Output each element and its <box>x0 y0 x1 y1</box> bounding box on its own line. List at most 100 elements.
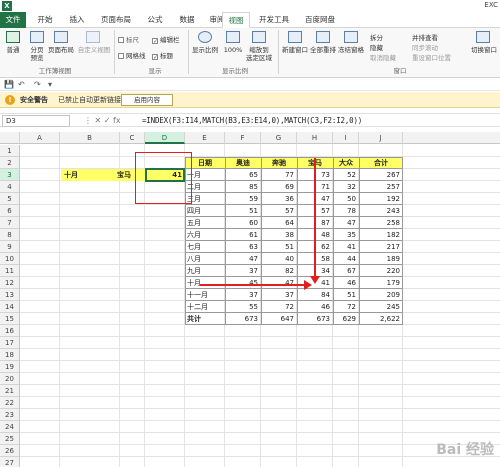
row-header-7[interactable]: 7 <box>0 217 20 229</box>
gridlines-label: 网格线 <box>126 52 146 60</box>
row-header-26[interactable]: 26 <box>0 445 20 457</box>
column-header-j[interactable]: J <box>359 132 403 144</box>
row-header-25[interactable]: 25 <box>0 433 20 445</box>
row-header-15[interactable]: 15 <box>0 313 20 325</box>
row-header-21[interactable]: 21 <box>0 385 20 397</box>
custom-views-button[interactable]: 自定义视图 <box>76 46 112 54</box>
tab-view[interactable]: 视图 <box>222 12 250 28</box>
save-icon[interactable]: 💾 <box>4 79 14 91</box>
ribbon-divider <box>278 30 279 74</box>
customize-qat-icon[interactable]: ▾ <box>48 79 52 91</box>
column-header-e[interactable]: E <box>185 132 225 144</box>
undo-icon[interactable]: ↶ <box>18 79 25 91</box>
table-border-horizontal <box>185 216 403 217</box>
zoom-100-icon <box>226 31 240 43</box>
row-header-20[interactable]: 20 <box>0 373 20 385</box>
table-border-horizontal <box>185 228 403 229</box>
group-label-window: 窗口 <box>393 67 407 75</box>
unhide-button[interactable]: 取消隐藏 <box>370 52 396 62</box>
row-header-9[interactable]: 9 <box>0 241 20 253</box>
split-button[interactable]: 拆分 <box>370 32 383 42</box>
tab-file[interactable]: 文件 <box>0 12 26 28</box>
column-header-g[interactable]: G <box>261 132 297 144</box>
column-header-f[interactable]: F <box>225 132 261 144</box>
hide-button[interactable]: 隐藏 <box>370 42 383 52</box>
row-header-6[interactable]: 6 <box>0 205 20 217</box>
row-header-4[interactable]: 4 <box>0 181 20 193</box>
headings-checkbox[interactable]: ✓ 标题 <box>152 50 173 61</box>
formula-bar-checkbox[interactable]: ✓ 编辑栏 <box>152 34 180 45</box>
formula-bar: D3 ⋮ ✕ ✓ fx =INDEX(F3:I14,MATCH(B3,E3:E1… <box>0 113 500 127</box>
table-border-horizontal <box>185 168 403 169</box>
table-border-vertical <box>333 157 334 325</box>
worksheet-grid[interactable]: A B C D E F G H I J 1 2 3 4 5 6 7 8 9 10 11 12 13 14 1… <box>0 132 500 467</box>
row-header-22[interactable]: 22 <box>0 397 20 409</box>
redo-icon[interactable]: ↷ <box>34 79 41 91</box>
tab-page-layout[interactable]: 页面布局 <box>94 12 138 28</box>
page-layout-view-icon <box>54 31 68 43</box>
ribbon-divider <box>188 30 189 74</box>
row-header-12[interactable]: 12 <box>0 277 20 289</box>
freeze-panes-icon <box>344 31 358 43</box>
row-header-3[interactable]: 3 <box>0 169 20 181</box>
normal-view-button[interactable]: 普通 <box>0 46 26 54</box>
new-window-button[interactable]: 新建窗口 <box>280 46 310 54</box>
column-header-b[interactable]: B <box>60 132 120 144</box>
row-header-27[interactable]: 27 <box>0 457 20 467</box>
cell-b3[interactable]: 十月 <box>64 169 114 181</box>
freeze-panes-button[interactable]: 冻结窗格 <box>336 46 366 54</box>
table-border-horizontal <box>185 276 403 277</box>
tab-home[interactable]: 开始 <box>30 12 60 28</box>
checkmark-icon: ✓ <box>152 38 159 45</box>
row-header-24[interactable]: 24 <box>0 421 20 433</box>
row-header-2[interactable]: 2 <box>0 157 20 169</box>
row-header-11[interactable]: 11 <box>0 265 20 277</box>
row-header-5[interactable]: 5 <box>0 193 20 205</box>
column-header-a[interactable]: A <box>20 132 60 144</box>
ruler-checkbox[interactable]: 标尺 <box>118 34 139 44</box>
row-header-17[interactable]: 17 <box>0 337 20 349</box>
name-box[interactable]: D3 <box>2 115 70 127</box>
page-layout-view-button[interactable]: 页面布局 <box>46 46 76 54</box>
row-header-8[interactable]: 8 <box>0 229 20 241</box>
zoom-to-selection-button[interactable]: 缩放到 选定区域 <box>244 46 274 62</box>
view-side-by-side-button[interactable]: 并排查看 <box>412 32 438 42</box>
row-header-18[interactable]: 18 <box>0 349 20 361</box>
row-header-13[interactable]: 13 <box>0 289 20 301</box>
row-header-10[interactable]: 10 <box>0 253 20 265</box>
tab-insert[interactable]: 插入 <box>62 12 92 28</box>
zoom-100-button[interactable]: 100% <box>220 46 246 54</box>
table-border-horizontal <box>185 324 403 325</box>
row-header-23[interactable]: 23 <box>0 409 20 421</box>
enable-content-button[interactable]: 启用内容 <box>121 94 173 106</box>
normal-view-icon <box>6 31 20 43</box>
tab-developer[interactable]: 开发工具 <box>254 12 294 28</box>
column-header-i[interactable]: I <box>333 132 359 144</box>
tab-data[interactable]: 数据 <box>172 12 202 28</box>
arrange-all-button[interactable]: 全部重排 <box>308 46 338 54</box>
checkmark-icon: ✓ <box>152 54 159 61</box>
security-warning-bar: ! 安全警告 已禁止自动更新链接 启用内容 <box>0 92 500 108</box>
group-label-show: 显示 <box>148 67 162 75</box>
group-label-zoom: 显示比例 <box>222 67 248 75</box>
switch-windows-icon <box>476 31 490 43</box>
column-header-d[interactable]: D <box>145 132 185 144</box>
gridlines-checkbox[interactable]: 网格线 <box>118 50 146 60</box>
arrow-head-down <box>310 276 320 284</box>
formula-controls[interactable]: ⋮ ✕ ✓ fx <box>84 114 121 128</box>
row-header-16[interactable]: 16 <box>0 325 20 337</box>
formula-input[interactable]: =INDEX(F3:I14,MATCH(B3,E3:E14,0),MATCH(C… <box>142 114 362 128</box>
select-all-corner[interactable] <box>0 132 20 144</box>
switch-windows-button[interactable]: 切换窗口 <box>468 46 500 54</box>
column-header-h[interactable]: H <box>297 132 333 144</box>
zoom-button[interactable]: 显示比例 <box>190 46 220 54</box>
formula-bar-label: 编辑栏 <box>160 36 180 44</box>
sync-scroll-button[interactable]: 同步滚动 <box>412 42 438 52</box>
column-header-c[interactable]: C <box>120 132 145 144</box>
row-header-19[interactable]: 19 <box>0 361 20 373</box>
reset-window-position-button[interactable]: 重设窗口位置 <box>412 52 451 62</box>
row-header-1[interactable]: 1 <box>0 145 20 157</box>
row-header-14[interactable]: 14 <box>0 301 20 313</box>
tab-baidu-netdisk[interactable]: 百度网盘 <box>300 12 340 28</box>
tab-formulas[interactable]: 公式 <box>140 12 170 28</box>
